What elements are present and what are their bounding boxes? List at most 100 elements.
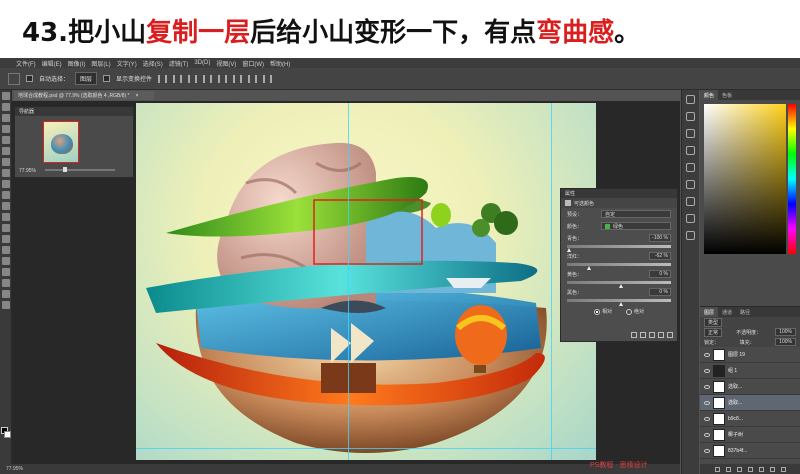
menu-type[interactable]: 文字(Y) [117,59,137,68]
menu-layer[interactable]: 图层(L) [91,59,110,68]
add-mask-icon[interactable] [736,466,742,472]
layer-row[interactable]: 椰子树 [700,427,800,443]
slider-value-input[interactable]: -62 % [649,252,671,260]
slider-value-input[interactable]: 0 % [649,288,671,296]
marquee-tool-icon[interactable] [1,103,10,111]
tab-channels[interactable]: 通道 [718,307,736,317]
opacity-value[interactable]: 100% [775,328,796,336]
eyedropper-tool-icon[interactable] [1,147,10,155]
slider-value-input[interactable]: 0 % [649,270,671,278]
layer-row[interactable]: 组 1 [700,363,800,379]
tab-color[interactable]: 颜色 [700,90,719,100]
guide-horizontal-bottom[interactable] [136,448,596,449]
eye-icon[interactable] [704,432,710,437]
new-layer-icon[interactable] [769,466,775,472]
eye-icon[interactable] [704,400,710,405]
colors-dropdown[interactable]: 绿色 [601,222,671,230]
slider-handle[interactable] [567,248,571,252]
styles-icon[interactable] [686,214,695,223]
preset-dropdown[interactable]: 自定 [601,210,671,218]
menu-select[interactable]: 选择(S) [143,59,163,68]
eye-icon[interactable] [704,368,710,373]
actions-icon[interactable] [686,231,695,240]
slider-track[interactable] [567,245,671,252]
healing-brush-tool-icon[interactable] [1,158,10,166]
method-relative[interactable]: 相对 [593,308,612,315]
menu-3d[interactable]: 3D(D) [194,60,210,66]
navigator-zoom[interactable]: 77.95% [19,168,36,174]
brush-tool-icon[interactable] [1,169,10,177]
slider-handle[interactable] [586,266,591,270]
align-bottom-icon[interactable] [188,74,198,83]
dodge-tool-icon[interactable] [1,235,10,243]
align-center-icon[interactable] [218,74,228,83]
slider-track[interactable] [567,299,671,306]
shape-tool-icon[interactable] [1,279,10,287]
color-field[interactable] [704,104,786,254]
menu-image[interactable]: 图像(I) [68,59,86,68]
slider-value-input[interactable]: -100 % [649,234,671,242]
pen-tool-icon[interactable] [1,246,10,254]
eye-icon[interactable] [704,352,710,357]
clip-icon[interactable] [631,332,637,338]
distribute-icon[interactable] [248,74,258,83]
hand-tool-icon[interactable] [1,290,10,298]
method-absolute[interactable]: 绝对 [626,308,644,315]
view-previous-icon[interactable] [640,332,646,338]
radio-absolute[interactable] [626,308,632,315]
move-tool-preset-icon[interactable] [8,72,20,85]
layer-style-icon[interactable] [725,466,731,472]
layer-row[interactable]: 837b4f... [700,443,800,459]
visibility-icon[interactable] [658,332,664,338]
align-top-icon[interactable] [158,74,168,83]
path-select-tool-icon[interactable] [1,268,10,276]
type-tool-icon[interactable] [1,257,10,265]
hue-slider[interactable] [788,104,796,254]
status-zoom[interactable]: 77.95% [6,466,23,472]
artboard[interactable] [136,103,596,460]
layer-row[interactable]: 选取... [700,395,800,411]
history-icon[interactable] [686,95,695,104]
layer-kind-filter[interactable]: 类型 [704,317,723,327]
tab-layers[interactable]: 图层 [700,307,719,317]
link-layers-icon[interactable] [714,466,720,472]
eye-icon[interactable] [704,416,710,421]
clone-stamp-tool-icon[interactable] [1,180,10,188]
menu-window[interactable]: 窗口(W) [242,59,264,68]
align-left-icon[interactable] [203,74,213,83]
new-group-icon[interactable] [758,466,764,472]
menu-help[interactable]: 帮助(H) [270,59,290,68]
brush-preset-icon[interactable] [686,163,695,172]
tab-swatches[interactable]: 色板 [718,90,736,100]
properties-icon[interactable] [686,197,695,206]
fill-value[interactable]: 100% [775,338,796,346]
radio-relative[interactable] [593,308,600,315]
guide-vertical-right[interactable] [551,103,552,460]
slider-handle[interactable] [619,284,623,288]
history-brush-tool-icon[interactable] [1,191,10,199]
move-tool-icon[interactable] [1,92,10,100]
eye-icon[interactable] [704,448,710,453]
new-adjustment-icon[interactable] [747,466,753,472]
close-icon[interactable]: × [136,93,139,99]
layer-row[interactable]: b9c8... [700,411,800,427]
reset-icon[interactable] [649,332,655,338]
background-color-swatch[interactable] [4,431,11,438]
gradient-tool-icon[interactable] [1,213,10,221]
menu-edit[interactable]: 编辑(E) [42,59,62,68]
eraser-tool-icon[interactable] [1,202,10,210]
zoom-tool-icon[interactable] [1,301,10,309]
menu-file[interactable]: 文件(F) [16,59,36,68]
delete-layer-icon[interactable] [780,466,786,472]
3d-mode-icon[interactable] [263,74,273,83]
blur-tool-icon[interactable] [1,224,10,232]
guide-vertical-center[interactable] [348,103,349,460]
eye-icon[interactable] [704,384,710,389]
navigator-zoom-slider[interactable] [45,167,115,172]
crop-tool-icon[interactable] [1,136,10,144]
layer-row[interactable]: 选取... [700,379,800,395]
tab-paths[interactable]: 路径 [736,307,754,317]
info-icon[interactable] [686,112,695,121]
slider-track[interactable] [567,263,671,270]
show-transform-checkbox[interactable] [103,75,111,82]
